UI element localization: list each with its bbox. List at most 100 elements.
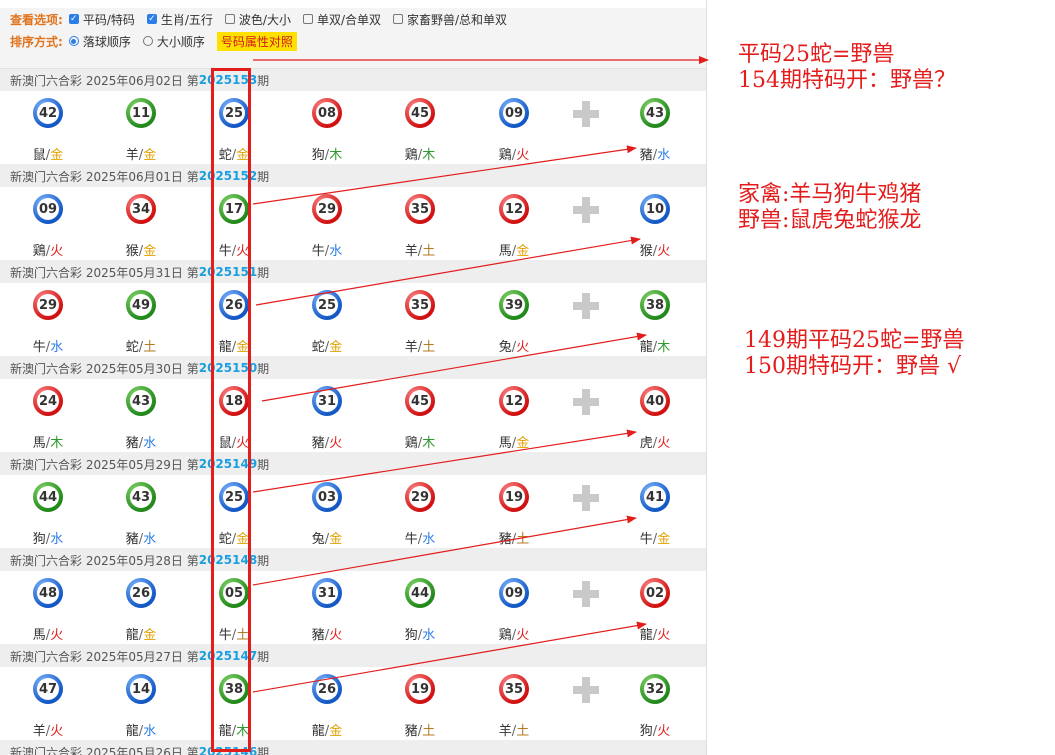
zodiac-animal: 狗 — [404, 628, 418, 643]
draw-issue-number[interactable]: 2025148 — [199, 553, 257, 567]
ball-number: 17 — [223, 198, 245, 220]
five-element: 水 — [143, 724, 157, 739]
checkbox[interactable]: ✓ — [68, 14, 79, 24]
draw-issue-number[interactable]: 2025147 — [199, 649, 257, 663]
five-element: 金 — [516, 436, 530, 451]
zodiac-element-label: 虎/火 — [635, 432, 675, 451]
zodiac-element-label: 蛇/土 — [121, 336, 161, 355]
draw-header: 新澳门六合彩 2025年05月29日 第 2025149 期 — [0, 453, 706, 475]
ball: 17 — [219, 194, 249, 224]
zodiac-element-label: 馬/火 — [28, 624, 68, 643]
zodiac-animal: 龍 — [125, 628, 139, 643]
sort-option-0[interactable]: 落球顺序 — [68, 33, 131, 50]
five-element: 火 — [50, 628, 64, 643]
zodiac-animal: 羊 — [404, 340, 418, 355]
five-element: 金 — [236, 532, 250, 547]
draw-issue-suffix: 期 — [257, 553, 270, 568]
ball-number: 32 — [644, 678, 666, 700]
ball: 49 — [126, 290, 156, 320]
five-element: 土 — [422, 724, 436, 739]
ball-number: 45 — [409, 390, 431, 412]
zodiac-element-label: 狗/木 — [307, 144, 347, 163]
zodiac-animal: 猴 — [125, 244, 139, 259]
zodiac-animal: 豬 — [498, 532, 512, 547]
view-option-4[interactable]: 家畜野兽/总和单双 — [393, 11, 507, 28]
zodiac-animal: 龍 — [639, 340, 653, 355]
zodiac-element-label: 狗/火 — [635, 720, 675, 739]
ball: 35 — [405, 290, 435, 320]
draw-issue-number[interactable]: 2025149 — [199, 457, 257, 471]
draw-issue-suffix: 期 — [257, 73, 270, 88]
five-element: 火 — [50, 724, 64, 739]
zodiac-element-label: 羊/土 — [400, 240, 440, 259]
ball: 29 — [33, 290, 63, 320]
zodiac-element-label: 馬/金 — [494, 240, 534, 259]
zodiac-element-label: 鶏/木 — [400, 432, 440, 451]
zodiac-animal: 鶏 — [498, 148, 512, 163]
draw-date: 新澳门六合彩 2025年05月31日 第 — [10, 265, 199, 280]
draw-issue-number[interactable]: 2025150 — [199, 361, 257, 375]
ball-row: 29 49 26 25 35 39 38 — [0, 283, 706, 331]
zodiac-element-label: 蛇/金 — [307, 336, 347, 355]
ball-number: 14 — [130, 678, 152, 700]
ball: 44 — [405, 578, 435, 608]
ball: 24 — [33, 386, 63, 416]
draw-issue-number[interactable]: 2025151 — [199, 265, 257, 279]
ball: 45 — [405, 98, 435, 128]
zodiac-animal: 鼠 — [32, 148, 46, 163]
zodiac-element-label: 鼠/金 — [28, 144, 68, 163]
draw-date: 新澳门六合彩 2025年06月01日 第 — [10, 169, 199, 184]
ball: 35 — [405, 194, 435, 224]
plus-icon — [573, 581, 599, 607]
ball: 35 — [499, 674, 529, 704]
view-options-row: 查看选项: ✓ 平码/特码 ✓ 生肖/五行 波色/大小 单双/合单双 家畜野兽/总和单双 — [0, 8, 706, 30]
zodiac-element-label: 龍/木 — [635, 336, 675, 355]
zodiac-element-label: 豬/土 — [494, 528, 534, 547]
radio-button[interactable] — [68, 36, 79, 46]
five-element: 金 — [143, 244, 157, 259]
five-element: 水 — [50, 532, 64, 547]
view-option-1[interactable]: ✓ 生肖/五行 — [146, 11, 213, 28]
sort-options-row: 排序方式: 落球顺序 大小顺序 号码属性对照 — [0, 30, 706, 52]
five-element: 火 — [50, 244, 64, 259]
zodiac-element-label: 豬/水 — [121, 432, 161, 451]
zodiac-element-label: 牛/水 — [400, 528, 440, 547]
checkbox[interactable] — [393, 14, 403, 24]
draw-issue-number[interactable]: 2025153 — [199, 73, 257, 87]
draw-issue-number[interactable]: 2025146 — [199, 745, 257, 755]
ball: 43 — [126, 482, 156, 512]
zodiac-animal: 豬 — [404, 724, 418, 739]
view-option-0[interactable]: ✓ 平码/特码 — [68, 11, 135, 28]
view-option-2[interactable]: 波色/大小 — [224, 11, 291, 28]
five-element: 金 — [516, 244, 530, 259]
five-element: 火 — [516, 628, 530, 643]
zodiac-animal: 鶏 — [404, 436, 418, 451]
zodiac-element-label: 龍/金 — [121, 624, 161, 643]
radio-button[interactable] — [142, 36, 153, 46]
ball-number: 29 — [409, 486, 431, 508]
zodiac-element-label: 猴/火 — [635, 240, 675, 259]
zodiac-animal: 牛 — [32, 340, 46, 355]
ball: 25 — [312, 290, 342, 320]
checkbox[interactable]: ✓ — [146, 14, 157, 24]
options-bar: 查看选项: ✓ 平码/特码 ✓ 生肖/五行 波色/大小 单双/合单双 家畜野兽/总和单双 排… — [0, 8, 706, 69]
view-option-3[interactable]: 单双/合单双 — [302, 11, 381, 28]
ball: 31 — [312, 578, 342, 608]
five-element: 水 — [50, 340, 64, 355]
zodiac-element-label: 龍/金 — [307, 720, 347, 739]
note3-line2: 150期特码开：野兽 √ — [744, 354, 962, 379]
ball-number: 08 — [316, 102, 338, 124]
draw-issue-suffix: 期 — [257, 457, 270, 472]
ball: 18 — [219, 386, 249, 416]
checkbox[interactable] — [224, 14, 235, 24]
attribute-table-link[interactable]: 号码属性对照 — [216, 31, 297, 51]
checkbox[interactable] — [302, 14, 313, 24]
sort-option-1[interactable]: 大小顺序 — [142, 33, 205, 50]
five-element: 火 — [657, 724, 671, 739]
ball: 12 — [499, 194, 529, 224]
zodiac-element-label: 鼠/火 — [214, 432, 254, 451]
zodiac-element-label: 龍/金 — [214, 336, 254, 355]
zodiac-element-label: 馬/木 — [28, 432, 68, 451]
view-option-label: 平码/特码 — [82, 12, 135, 27]
draw-issue-number[interactable]: 2025152 — [199, 169, 257, 183]
